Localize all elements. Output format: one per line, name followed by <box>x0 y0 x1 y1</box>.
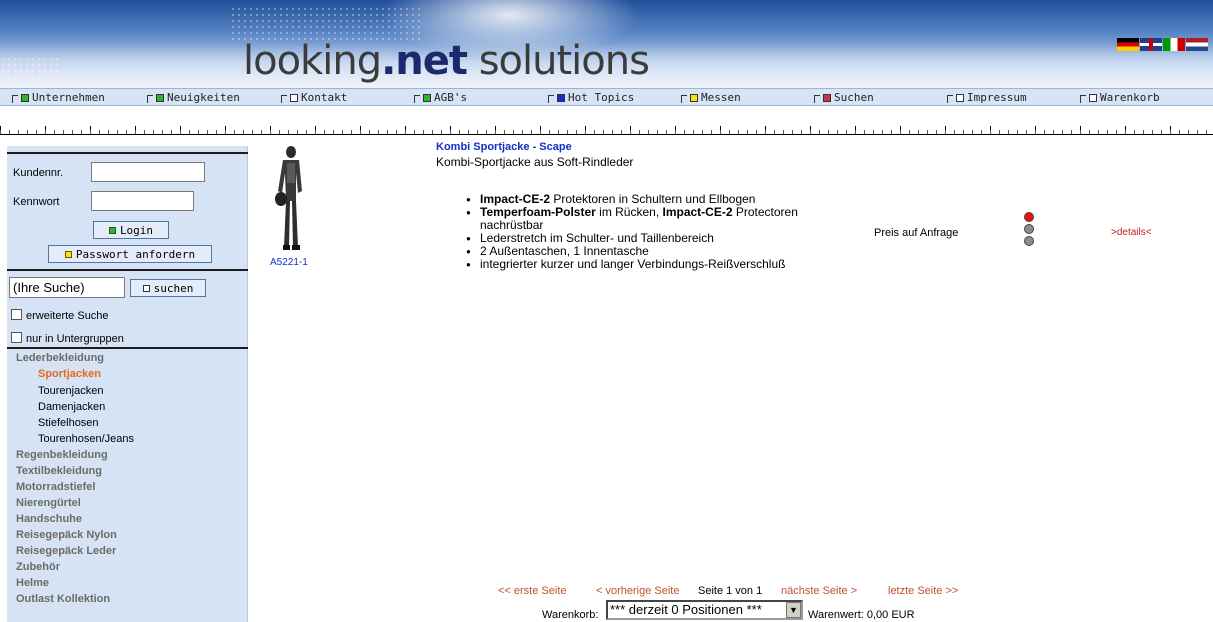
previous-page-link[interactable]: < vorherige Seite <box>596 585 679 597</box>
category-reisegepaeck-leder[interactable]: Reisegepäck Leder <box>16 545 116 557</box>
cart-value-text: Warenwert: 0,00 EUR <box>808 609 915 621</box>
product-image[interactable] <box>272 143 308 253</box>
search-input[interactable] <box>9 277 125 298</box>
category-lederbekleidung[interactable]: Lederbekleidung <box>16 352 104 364</box>
product-title-link[interactable]: Kombi Sportjacke - Scape <box>436 141 572 153</box>
nav-marker-icon <box>956 93 964 102</box>
subgroups-label: nur in Untergruppen <box>26 333 124 345</box>
nav-marker-icon <box>290 93 298 102</box>
category-motorradstiefel[interactable]: Motorradstiefel <box>16 481 95 493</box>
chevron-down-icon[interactable]: ▼ <box>786 602 801 618</box>
cart-selected-value: *** derzeit 0 Positionen *** <box>610 602 762 617</box>
red-light-icon <box>1024 212 1034 222</box>
sidebar-divider <box>7 347 248 349</box>
request-password-button[interactable]: Passwort anfordern <box>48 245 212 263</box>
cart-select[interactable]: *** derzeit 0 Positionen *** ▼ <box>606 600 803 620</box>
nav-marker-icon <box>690 93 698 102</box>
sidebar-divider <box>7 152 248 154</box>
nav-item-kontakt[interactable]: Kontakt <box>281 91 347 104</box>
search-button[interactable]: suchen <box>130 279 206 297</box>
last-page-link[interactable]: letzte Seite >> <box>888 585 958 597</box>
flag-de-icon[interactable] <box>1117 38 1139 51</box>
category-nierenguertel[interactable]: Nierengürtel <box>16 497 81 509</box>
ruler-divider <box>0 107 1213 143</box>
customer-number-input[interactable] <box>91 162 205 182</box>
category-helme[interactable]: Helme <box>16 577 49 589</box>
nav-item-messen[interactable]: Messen <box>681 91 741 104</box>
next-page-link[interactable]: nächste Seite > <box>781 585 857 597</box>
password-label: Kennwort <box>13 196 60 208</box>
subgroups-checkbox[interactable] <box>11 332 22 343</box>
yellow-light-icon <box>1024 224 1034 234</box>
nav-marker-icon <box>156 93 164 102</box>
nav-marker-icon <box>557 93 565 102</box>
list-item: Temperfoam-Polster im Rücken, Impact-CE-… <box>466 206 806 232</box>
page-indicator: Seite 1 von 1 <box>698 585 763 597</box>
flag-nl-icon[interactable] <box>1186 38 1208 51</box>
main-nav: Unternehmen Neuigkeiten Kontakt AGB's Ho… <box>0 88 1213 106</box>
green-square-icon <box>108 226 116 234</box>
nav-marker-icon <box>823 93 831 102</box>
category-handschuhe[interactable]: Handschuhe <box>16 513 82 525</box>
header-banner: looking.net solutions <box>0 0 1213 88</box>
nav-item-hot-topics[interactable]: Hot Topics <box>548 91 634 104</box>
yellow-square-icon <box>64 250 72 258</box>
subcategory-tourenhosen-jeans[interactable]: Tourenhosen/Jeans <box>38 433 134 445</box>
nav-item-neuigkeiten[interactable]: Neuigkeiten <box>147 91 240 104</box>
nav-marker-icon <box>423 93 431 102</box>
availability-traffic-light-icon <box>1023 209 1035 253</box>
nav-item-agb[interactable]: AGB's <box>414 91 467 104</box>
customer-number-label: Kundennr. <box>13 167 64 179</box>
nav-item-unternehmen[interactable]: Unternehmen <box>12 91 105 104</box>
green-light-icon <box>1024 236 1034 246</box>
nav-marker-icon <box>1089 93 1097 102</box>
category-regenbekleidung[interactable]: Regenbekleidung <box>16 449 108 461</box>
nav-marker-icon <box>21 93 29 102</box>
extended-search-checkbox[interactable] <box>11 309 22 320</box>
details-link[interactable]: >details< <box>1111 227 1152 238</box>
empty-square-icon <box>142 284 150 292</box>
product-subtitle: Kombi-Sportjacke aus Soft-Rindleder <box>436 155 634 169</box>
language-flags <box>1117 38 1209 51</box>
login-button[interactable]: Login <box>93 221 169 239</box>
cart-label: Warenkorb: <box>542 609 599 621</box>
feature-list: Impact-CE-2 Protektoren in Schultern und… <box>466 193 806 272</box>
category-textilbekleidung[interactable]: Textilbekleidung <box>16 465 102 477</box>
nav-item-warenkorb[interactable]: Warenkorb <box>1080 91 1160 104</box>
flag-en-icon[interactable] <box>1140 38 1162 51</box>
subcategory-damenjacken[interactable]: Damenjacken <box>38 401 105 413</box>
category-zubehoer[interactable]: Zubehör <box>16 561 60 573</box>
first-page-link[interactable]: << erste Seite <box>498 585 567 597</box>
nav-item-impressum[interactable]: Impressum <box>947 91 1027 104</box>
article-number-link[interactable]: A5221-1 <box>270 257 308 268</box>
extended-search-label: erweiterte Suche <box>26 310 109 322</box>
sidebar: Kundennr. Kennwort Login Passwort anford… <box>7 146 248 622</box>
category-outlast-kollektion[interactable]: Outlast Kollektion <box>16 593 110 605</box>
category-reisegepaeck-nylon[interactable]: Reisegepäck Nylon <box>16 529 117 541</box>
password-input[interactable] <box>91 191 194 211</box>
nav-item-suchen[interactable]: Suchen <box>814 91 874 104</box>
list-item: integrierter kurzer und langer Verbindun… <box>466 258 806 272</box>
flag-it-icon[interactable] <box>1163 38 1185 51</box>
subcategory-sportjacken[interactable]: Sportjacken <box>38 368 101 380</box>
logo[interactable]: looking.net solutions <box>243 38 650 84</box>
subcategory-stiefelhosen[interactable]: Stiefelhosen <box>38 417 99 429</box>
price-text: Preis auf Anfrage <box>874 227 959 239</box>
subcategory-tourenjacken[interactable]: Tourenjacken <box>38 385 103 397</box>
sidebar-divider <box>7 269 248 271</box>
